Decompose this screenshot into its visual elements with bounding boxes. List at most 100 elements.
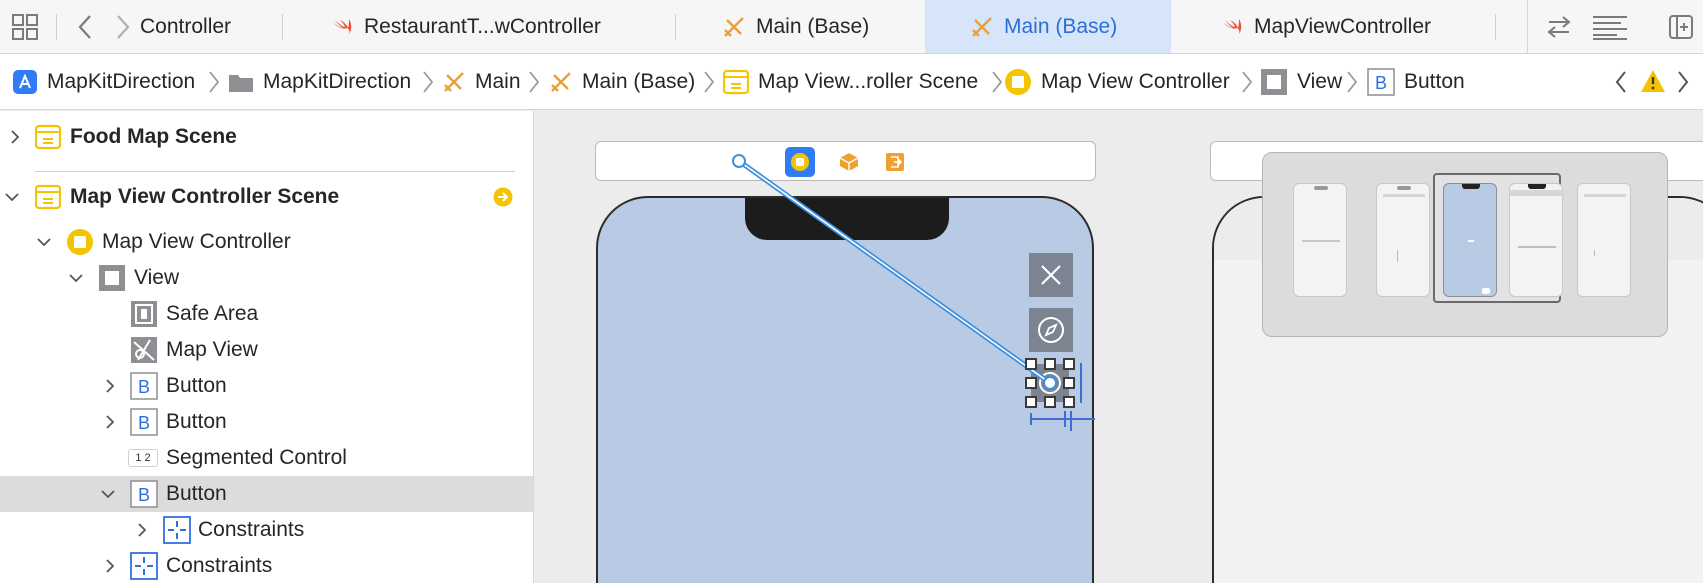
minimap-scene-thumbnail[interactable]	[1376, 183, 1430, 297]
outline-label: View	[134, 266, 180, 289]
svg-text:B: B	[138, 377, 150, 397]
breadcrumb-label: Map View...roller Scene	[758, 70, 979, 93]
outline-label: Map View Controller Scene	[70, 185, 340, 208]
breadcrumb-button[interactable]: B Button	[1367, 54, 1465, 110]
outline-row-food-map-scene[interactable]: Food Map Scene	[0, 119, 533, 155]
disclosure-down-icon[interactable]	[100, 486, 116, 502]
warning-icon[interactable]	[1640, 69, 1666, 93]
storyboard-icon	[444, 72, 464, 92]
segue-arrow-icon[interactable]	[493, 187, 513, 207]
disclosure-down-icon[interactable]	[4, 189, 20, 205]
breadcrumb-label: Button	[1404, 70, 1465, 93]
resize-handle[interactable]	[1044, 358, 1056, 370]
tab-controller[interactable]: Controller	[140, 0, 282, 53]
back-arrow-icon[interactable]	[70, 12, 100, 42]
outline-label: Button	[166, 374, 227, 397]
tab-label: Main (Base)	[1004, 14, 1118, 38]
minimap-scene-thumbnail-current[interactable]	[1443, 183, 1497, 297]
issue-next-icon[interactable]	[1676, 70, 1690, 94]
disclosure-right-icon[interactable]	[102, 414, 118, 430]
minimap-scene-thumbnail[interactable]	[1509, 183, 1564, 297]
forward-arrow-icon[interactable]	[108, 12, 138, 42]
outline-row-constraints-nested[interactable]: Constraints	[0, 512, 533, 548]
svg-text:B: B	[138, 413, 150, 433]
breadcrumb-main-base[interactable]: Main (Base)	[549, 54, 695, 110]
map-view-icon	[131, 337, 157, 363]
outline-label: Safe Area	[166, 302, 259, 325]
tab-main-base[interactable]: Main (Base)	[722, 0, 922, 53]
resize-handle[interactable]	[1025, 377, 1037, 389]
storyboard-icon	[972, 16, 992, 37]
outline-row-view[interactable]: View	[0, 260, 533, 296]
app-icon	[13, 70, 37, 94]
breadcrumb-label: View	[1297, 70, 1343, 93]
button-icon: B	[1367, 68, 1395, 96]
svg-text:B: B	[1375, 73, 1387, 93]
jump-bar: MapKitDirection MapKitDirection Main Mai…	[0, 54, 1703, 110]
scene-minimap-popover	[1262, 152, 1668, 337]
view-icon	[99, 265, 125, 291]
disclosure-right-icon[interactable]	[7, 129, 23, 145]
storyboard-icon	[551, 72, 571, 92]
breadcrumb-scene[interactable]: Map View...roller Scene	[723, 54, 978, 110]
document-outline: Food Map Scene Map View Controller Scene…	[0, 111, 534, 583]
connection-overlay	[732, 154, 1095, 431]
breadcrumb-folder[interactable]: MapKitDirection	[228, 54, 411, 110]
tab-label: MapViewController	[1254, 14, 1432, 38]
outline-row-button[interactable]: B Button	[0, 368, 533, 404]
resize-handle[interactable]	[1063, 377, 1075, 389]
add-editor-icon[interactable]	[1666, 12, 1696, 42]
grid-icon[interactable]	[10, 12, 40, 42]
swift-icon	[333, 18, 352, 34]
outline-row-segmented-control[interactable]: 1 2 Segmented Control	[0, 440, 533, 476]
resize-handle[interactable]	[1063, 396, 1075, 408]
resize-handle[interactable]	[1044, 396, 1056, 408]
outline-label: Map View	[166, 338, 258, 361]
disclosure-right-icon[interactable]	[134, 522, 150, 538]
breadcrumb-project[interactable]: MapKitDirection	[12, 54, 195, 110]
storyboard-canvas[interactable]	[535, 111, 1703, 583]
outline-row-button[interactable]: B Button	[0, 404, 533, 440]
breadcrumb-view-controller[interactable]: Map View Controller	[1004, 54, 1230, 110]
outline-label: Constraints	[166, 554, 273, 577]
breadcrumb-label: MapKitDirection	[47, 70, 196, 93]
constraints-icon	[130, 552, 158, 580]
disclosure-right-icon[interactable]	[102, 558, 118, 574]
constraints-icon	[163, 516, 191, 544]
disclosure-down-icon[interactable]	[36, 234, 52, 250]
outline-row-map-view-controller-scene[interactable]: Map View Controller Scene	[0, 179, 533, 215]
disclosure-right-icon[interactable]	[102, 378, 118, 394]
resize-handle[interactable]	[1025, 396, 1037, 408]
scene-icon	[35, 124, 61, 150]
tab-main-base-active[interactable]: Main (Base)	[925, 0, 1171, 53]
tab-label: Controller	[140, 14, 232, 38]
outline-label: Segmented Control	[166, 446, 347, 469]
related-items-icon[interactable]	[1544, 12, 1574, 42]
tab-restaurant-controller[interactable]: RestaurantT...wController	[330, 0, 675, 53]
outline-row-constraints[interactable]: Constraints	[0, 548, 533, 583]
breadcrumb-label: Map View Controller	[1041, 70, 1230, 93]
tab-label: Main (Base)	[756, 14, 870, 38]
breadcrumb-view[interactable]: View	[1260, 54, 1342, 110]
list-lines-icon[interactable]	[1590, 12, 1630, 42]
minimap-scene-thumbnail[interactable]	[1577, 183, 1631, 297]
button-icon: B	[130, 480, 158, 508]
safe-area-icon	[131, 301, 157, 327]
button-icon: B	[130, 408, 158, 436]
resize-handle[interactable]	[1063, 358, 1075, 370]
disclosure-down-icon[interactable]	[68, 270, 84, 286]
outline-row-button-selected[interactable]: B Button	[0, 476, 533, 512]
tab-mapviewcontroller[interactable]: MapViewController	[1220, 0, 1480, 53]
outline-row-safe-area[interactable]: Safe Area	[0, 296, 533, 332]
issue-previous-icon[interactable]	[1614, 70, 1628, 94]
outline-row-map-view[interactable]: Map View	[0, 332, 533, 368]
outline-label: Button	[166, 482, 227, 505]
editor-options	[1527, 0, 1703, 53]
swift-icon	[1223, 18, 1242, 34]
resize-handle[interactable]	[1025, 358, 1037, 370]
segmented-control-icon: 1 2	[128, 449, 158, 467]
folder-icon	[229, 75, 253, 92]
minimap-scene-thumbnail[interactable]	[1293, 183, 1347, 297]
outline-row-map-view-controller[interactable]: Map View Controller	[0, 224, 533, 260]
breadcrumb-main[interactable]: Main	[442, 54, 521, 110]
